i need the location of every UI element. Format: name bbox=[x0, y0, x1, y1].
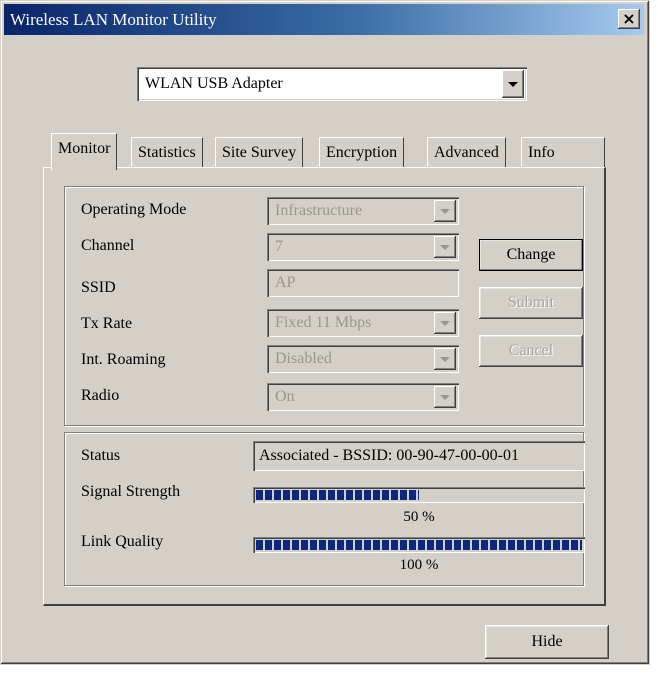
close-icon: × bbox=[622, 9, 636, 28]
radio-select[interactable]: On bbox=[267, 383, 459, 411]
main-window: Wireless LAN Monitor Utility × WLAN USB … bbox=[0, 0, 650, 665]
radio-dropdown-button[interactable] bbox=[434, 386, 456, 408]
int-roaming-select[interactable]: Disabled bbox=[267, 345, 459, 373]
adapter-select-value: WLAN USB Adapter bbox=[145, 75, 283, 92]
ssid-label: SSID bbox=[81, 279, 116, 296]
hide-button[interactable]: Hide bbox=[485, 625, 609, 659]
tx-rate-dropdown-button[interactable] bbox=[434, 312, 456, 334]
signal-strength-label: Signal Strength bbox=[81, 483, 181, 500]
tab-advanced[interactable]: Advanced bbox=[427, 137, 506, 168]
operating-mode-label: Operating Mode bbox=[81, 201, 187, 218]
link-quality-fill bbox=[256, 540, 582, 550]
link-quality-bar bbox=[253, 537, 585, 553]
link-quality-percent: 100 % bbox=[399, 557, 439, 573]
channel-select[interactable]: 7 bbox=[267, 233, 459, 261]
link-quality-label: Link Quality bbox=[81, 533, 164, 550]
int-roaming-label: Int. Roaming bbox=[81, 351, 166, 368]
submit-button[interactable]: Submit bbox=[479, 287, 583, 319]
status-value: Associated - BSSID: 00-90-47-00-00-01 bbox=[259, 447, 519, 464]
tab-monitor[interactable]: Monitor bbox=[51, 133, 118, 170]
radio-label: Radio bbox=[81, 387, 120, 404]
channel-dropdown-button[interactable] bbox=[434, 236, 456, 258]
signal-strength-bar bbox=[253, 487, 585, 503]
tab-info[interactable]: Info bbox=[521, 137, 605, 168]
adapter-dropdown-button[interactable] bbox=[502, 70, 524, 98]
window-title: Wireless LAN Monitor Utility bbox=[10, 10, 217, 29]
int-roaming-dropdown-button[interactable] bbox=[434, 348, 456, 370]
operating-mode-select[interactable]: Infrastructure bbox=[267, 197, 459, 225]
change-button[interactable]: Change bbox=[479, 239, 583, 271]
channel-label: Channel bbox=[81, 237, 135, 254]
chevron-down-icon bbox=[440, 395, 450, 400]
chevron-down-icon bbox=[440, 245, 450, 250]
chevron-down-icon bbox=[440, 209, 450, 214]
tab-encryption[interactable]: Encryption bbox=[319, 137, 405, 168]
tab-site-survey[interactable]: Site Survey bbox=[215, 137, 304, 168]
status-label: Status bbox=[81, 447, 121, 464]
close-button[interactable]: × bbox=[618, 9, 640, 29]
ssid-field[interactable]: AP bbox=[267, 269, 459, 297]
status-value-box: Associated - BSSID: 00-90-47-00-00-01 bbox=[253, 441, 585, 471]
signal-strength-percent: 50 % bbox=[403, 509, 435, 525]
chevron-down-icon bbox=[440, 321, 450, 326]
tx-rate-label: Tx Rate bbox=[81, 315, 133, 332]
tx-rate-select[interactable]: Fixed 11 Mbps bbox=[267, 309, 459, 337]
signal-strength-fill bbox=[256, 490, 419, 500]
title-bar[interactable]: Wireless LAN Monitor Utility × bbox=[4, 4, 644, 35]
cancel-button[interactable]: Cancel bbox=[479, 335, 583, 367]
adapter-select[interactable]: WLAN USB Adapter bbox=[137, 67, 527, 101]
chevron-down-icon bbox=[508, 82, 518, 87]
chevron-down-icon bbox=[440, 357, 450, 362]
tab-statistics[interactable]: Statistics bbox=[131, 137, 203, 168]
operating-mode-dropdown-button[interactable] bbox=[434, 200, 456, 222]
